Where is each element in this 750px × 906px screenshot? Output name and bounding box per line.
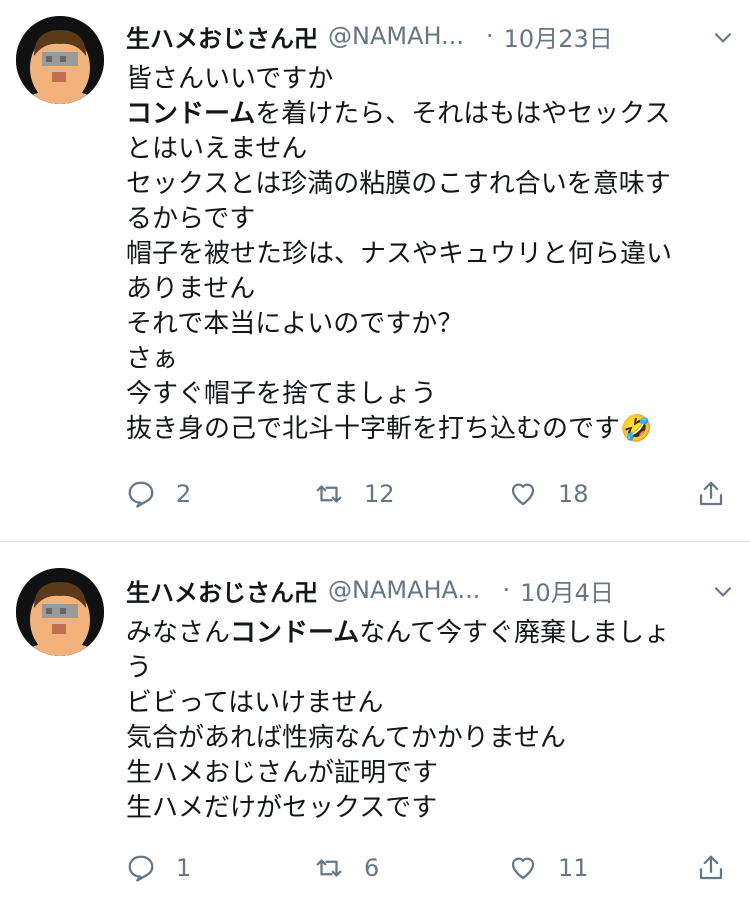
reply-count: 2 xyxy=(176,480,192,508)
tweet-text-segment: 生ハメおじさんが証明です xyxy=(126,758,439,788)
like-button[interactable]: 18 xyxy=(508,474,589,514)
retweet-icon xyxy=(316,485,342,503)
tweet-text-segment: みなさん xyxy=(126,618,231,648)
reply-button[interactable]: 2 xyxy=(126,474,191,514)
heart-icon xyxy=(511,857,535,880)
separator-dot: · xyxy=(486,22,494,50)
tweet-text-line: セックスとは珍満の粘膜のこすれ合いを意味す xyxy=(126,167,736,202)
tweet-date[interactable]: 10月23日 xyxy=(504,19,613,54)
tweet-text-segment: セックスとは珍満の粘膜のこすれ合いを意味す xyxy=(126,169,671,199)
tweet-text-segment: ビビってはいけません xyxy=(126,688,384,718)
chevron-down-icon[interactable] xyxy=(710,24,736,50)
display-name[interactable]: 生ハメおじさん卍 xyxy=(126,19,318,54)
tweet-text-line: みなさんコンドームなんて今すぐ廃棄しましょ xyxy=(126,616,736,651)
display-name[interactable]: 生ハメおじさん卍 xyxy=(126,573,318,608)
tweet-text-segment: さぁ xyxy=(126,344,179,374)
share-icon xyxy=(699,855,723,880)
avatar[interactable] xyxy=(16,568,104,656)
avatar[interactable] xyxy=(16,16,104,104)
retweet-count: 6 xyxy=(364,854,380,882)
share-button[interactable] xyxy=(696,474,746,514)
tweet-text-line: 生ハメだけがセックスです xyxy=(126,791,736,826)
tweet-text-line: コンドームを着けたら、それはもはやセックス xyxy=(126,97,736,132)
separator-dot: · xyxy=(502,576,511,604)
tweet-header: 生ハメおじさん卍 @NAMAHA... · 10月4日 xyxy=(126,570,734,610)
like-count: 11 xyxy=(558,854,589,882)
tweet-actions: 2 12 18 xyxy=(126,474,734,514)
tweet-text-line: るからです xyxy=(126,202,736,237)
chevron-down-icon[interactable] xyxy=(710,578,736,604)
tweet-text-line: ビビってはいけません xyxy=(126,686,736,721)
reply-button[interactable]: 1 xyxy=(126,848,191,888)
highlighted-keyword: コンドーム xyxy=(126,99,256,129)
highlighted-keyword: コンドーム xyxy=(230,618,360,648)
share-icon xyxy=(699,481,723,506)
tweet-text-segment: 帽子を被せた珍は、ナスやキュウリと何ら違い xyxy=(126,239,673,269)
retweet-icon xyxy=(316,859,342,877)
share-button[interactable] xyxy=(696,848,746,888)
tweet[interactable]: 生ハメおじさん卍 @NAMAH... · 10月23日 皆さんいいですか コンドー… xyxy=(0,0,750,540)
tweet-header: 生ハメおじさん卍 @NAMAH... · 10月23日 xyxy=(126,16,734,56)
tweet-text-line: 皆さんいいですか xyxy=(126,62,736,97)
tweet[interactable]: 生ハメおじさん卍 @NAMAHA... · 10月4日 みなさんコンドームなんて… xyxy=(0,542,750,906)
like-button[interactable]: 11 xyxy=(508,848,589,888)
tweet-text-line: 抜き身の己で北斗十字斬を打ち込むのです🤣 xyxy=(126,412,736,447)
tweet-text-segment: るからです xyxy=(126,204,256,234)
tweet-text-line: とはいえません xyxy=(126,132,736,167)
tweet-text: 皆さんいいですか コンドームを着けたら、それはもはやセックス とはいえません セックス… xyxy=(126,62,736,447)
tweet-text-segment: 生ハメだけがセックスです xyxy=(126,793,438,823)
tweet-text-line: 生ハメおじさんが証明です xyxy=(126,756,736,791)
tweet-text-segment: 皆さんいいですか xyxy=(126,64,334,94)
tweet-text-line: それで本当によいのですか？ xyxy=(126,307,736,342)
tweet-text-segment: 今すぐ帽子を捨てましょう xyxy=(126,379,437,409)
reply-icon xyxy=(128,855,154,882)
retweet-count: 12 xyxy=(364,480,395,508)
tweet-text-line: ありません xyxy=(126,272,736,307)
tweet-text-line: 帽子を被せた珍は、ナスやキュウリと何ら違い xyxy=(126,237,736,272)
retweet-button[interactable]: 12 xyxy=(314,474,395,514)
tweet-actions: 1 6 11 xyxy=(126,848,734,888)
avatar-face-image xyxy=(16,568,104,656)
user-handle[interactable]: @NAMAHA... xyxy=(328,576,480,604)
tweet-text-segment: を着けたら、それはもはやセックス xyxy=(255,99,671,129)
like-count: 18 xyxy=(558,480,589,508)
reply-count: 1 xyxy=(176,854,192,882)
user-handle[interactable]: @NAMAH... xyxy=(328,22,464,50)
tweet-text-line: 今すぐ帽子を捨てましょう xyxy=(126,377,736,412)
tweet-text-line: う xyxy=(126,651,736,686)
retweet-button[interactable]: 6 xyxy=(314,848,379,888)
tweet-text-line: 気合があれば性病なんてかかりません xyxy=(126,721,736,756)
tweet-text-segment: う xyxy=(126,653,153,683)
tweet-text-line: さぁ xyxy=(126,342,736,377)
tweet-text-segment: ありません xyxy=(126,274,256,304)
rofl-emoji-icon: 🤣 xyxy=(620,414,653,444)
reply-icon xyxy=(128,481,154,508)
tweet-text-segment: 気合があれば性病なんてかかりません xyxy=(126,723,566,753)
tweet-date[interactable]: 10月4日 xyxy=(520,573,614,608)
tweet-text-segment: なんて今すぐ廃棄しましょ xyxy=(359,618,670,648)
tweet-text-segment: 抜き身の己で北斗十字斬を打ち込むのです xyxy=(126,414,621,444)
tweet-text-segment: とはいえません xyxy=(126,134,308,164)
tweet-text-segment: それで本当によいのですか？ xyxy=(126,309,464,339)
heart-icon xyxy=(511,483,535,506)
avatar-face-image xyxy=(16,16,104,104)
tweet-text: みなさんコンドームなんて今すぐ廃棄しましょうビビってはいけません 気合があれば性病… xyxy=(126,616,736,826)
